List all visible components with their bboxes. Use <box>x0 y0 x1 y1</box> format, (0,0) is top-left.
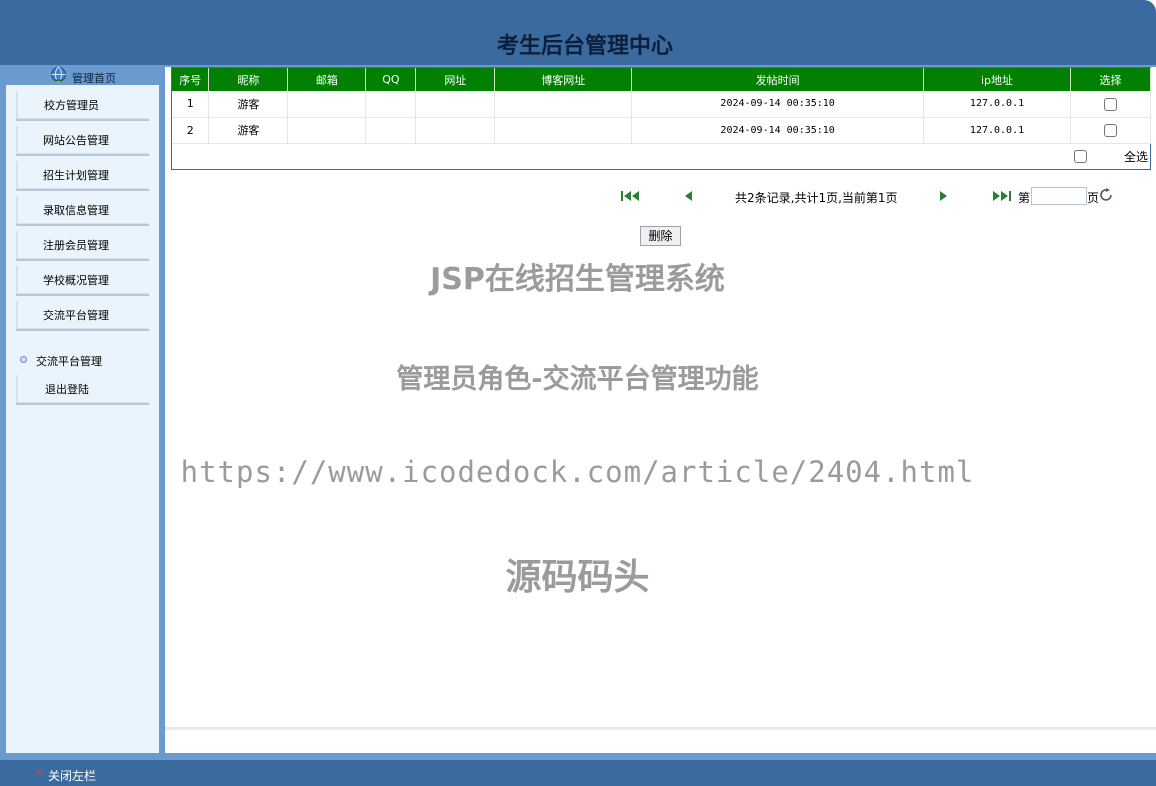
column-header: 发帖时间 <box>631 68 925 91</box>
cell-qq <box>365 91 417 118</box>
page-suffix: 页 <box>1087 191 1100 205</box>
first-page-icon[interactable] <box>620 189 640 203</box>
home-label: 管理首页 <box>72 72 116 85</box>
message-table: 序号 昵称 邮箱 QQ 网址 博客网址 发帖时间 ip地址 选择 1 游客 20… <box>171 67 1152 170</box>
sidebar: 管理首页 校方管理员 网站公告管理 招生计划管理 录取信息管理 注册会员管理 学… <box>0 65 165 753</box>
row-checkbox[interactable] <box>1103 97 1117 111</box>
column-header: 选择 <box>1070 68 1152 91</box>
cell-time: 2024-09-14 00:35:10 <box>631 91 925 118</box>
sidebar-item-label: 招生计划管理 <box>43 169 109 182</box>
cell-site <box>415 117 496 144</box>
last-page-icon[interactable] <box>992 189 1012 203</box>
cell-blog <box>494 91 633 118</box>
column-header: ip地址 <box>923 68 1071 91</box>
table-row: 1 游客 2024-09-14 00:35:10 127.0.0.1 <box>172 91 1152 118</box>
sidebar-item-notice[interactable]: 网站公告管理 <box>16 122 149 156</box>
cell-site <box>415 91 496 118</box>
sidebar-item-members[interactable]: 注册会员管理 <box>16 227 149 261</box>
cell-blog <box>494 117 633 144</box>
page-prefix: 第 <box>1018 191 1031 205</box>
cell-email <box>287 91 367 118</box>
cell-select <box>1070 91 1152 118</box>
sidebar-item-logout[interactable]: 退出登陆 <box>16 371 149 405</box>
close-sidebar-link[interactable]: 关闭左栏 <box>48 767 96 784</box>
sidebar-subitem-label: 交流平台管理 <box>36 355 102 368</box>
table-header-row: 序号 昵称 邮箱 QQ 网址 博客网址 发帖时间 ip地址 选择 <box>172 68 1152 91</box>
cell-nickname: 游客 <box>208 91 289 118</box>
sidebar-home[interactable]: 管理首页 <box>0 65 160 85</box>
watermark-brand: 源码码头 <box>505 557 650 598</box>
table-row: 2 游客 2024-09-14 00:35:10 127.0.0.1 <box>172 117 1152 144</box>
select-all[interactable]: 全选 <box>1073 148 1148 165</box>
column-header: QQ <box>365 68 417 91</box>
select-all-label: 全选 <box>1123 150 1148 164</box>
cell-email <box>287 117 367 144</box>
globe-icon <box>51 67 66 82</box>
delete-button[interactable]: 删除 <box>640 226 681 246</box>
sidebar-item-school[interactable]: 学校概况管理 <box>16 262 149 296</box>
logout-label: 退出登陆 <box>45 383 89 396</box>
content-bottom-border <box>165 727 1156 730</box>
row-checkbox[interactable] <box>1103 123 1117 137</box>
pagination-summary: 共2条记录,共计1页,当前第1页 <box>735 191 898 205</box>
select-all-checkbox[interactable] <box>1073 150 1087 163</box>
go-page-icon[interactable] <box>1099 188 1115 202</box>
footer-bar: ✕ 关闭左栏 <box>0 760 1156 786</box>
cell-qq <box>365 117 417 144</box>
sidebar-item-label: 交流平台管理 <box>43 309 109 322</box>
sidebar-item-admin[interactable]: 校方管理员 <box>16 87 149 121</box>
column-header: 博客网址 <box>494 68 633 91</box>
cell-nickname: 游客 <box>208 117 289 144</box>
watermark-subtitle: 管理员角色-交流平台管理功能 <box>396 364 759 395</box>
watermark-url: https://www.icodedock.com/article/2404.h… <box>180 455 975 489</box>
sidebar-menu: 校方管理员 网站公告管理 招生计划管理 录取信息管理 注册会员管理 学校概况管理… <box>6 85 159 753</box>
footer-border <box>0 753 1156 760</box>
sidebar-item-plan[interactable]: 招生计划管理 <box>16 157 149 191</box>
cell-no: 1 <box>172 91 210 118</box>
page-number-input[interactable] <box>1031 187 1087 205</box>
next-page-icon[interactable] <box>938 189 950 203</box>
column-header: 网址 <box>415 68 496 91</box>
column-header: 邮箱 <box>287 68 367 91</box>
pagination: 共2条记录,共计1页,当前第1页 第 页 <box>0 187 1156 207</box>
sidebar-item-label: 学校概况管理 <box>43 274 109 287</box>
sidebar-item-label: 注册会员管理 <box>43 239 109 252</box>
column-header: 昵称 <box>208 68 289 91</box>
cell-time: 2024-09-14 00:35:10 <box>631 117 925 144</box>
cell-select <box>1070 117 1152 144</box>
close-icon[interactable]: ✕ <box>35 768 43 779</box>
sidebar-item-label: 校方管理员 <box>44 99 99 112</box>
page-title: 考生后台管理中心 <box>496 34 673 59</box>
sidebar-item-forum[interactable]: 交流平台管理 <box>16 297 149 331</box>
watermark-title: JSP在线招生管理系统 <box>430 262 725 297</box>
cell-no: 2 <box>172 117 210 144</box>
bullet-icon <box>20 356 27 363</box>
column-header: 序号 <box>172 68 210 91</box>
cell-ip: 127.0.0.1 <box>923 91 1071 118</box>
sidebar-item-label: 网站公告管理 <box>43 134 109 147</box>
top-header: 考生后台管理中心 <box>0 0 1156 65</box>
cell-ip: 127.0.0.1 <box>923 117 1071 144</box>
prev-page-icon[interactable] <box>682 189 694 203</box>
